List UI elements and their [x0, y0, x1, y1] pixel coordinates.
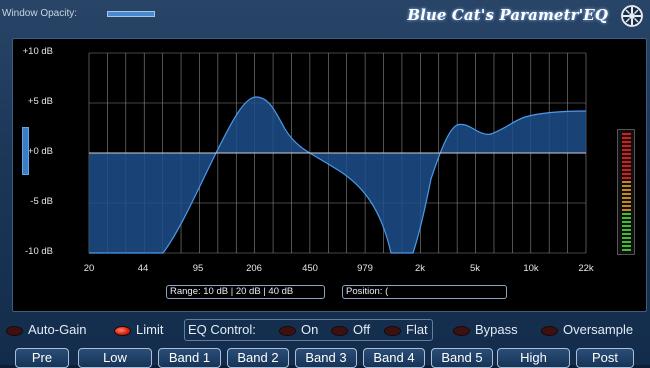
eq-display[interactable]: +10 dB +5 dB +0 dB -5 dB -10 dB 20 44 95… [12, 38, 647, 312]
meter-segment [622, 189, 631, 191]
tab-band-5[interactable]: Band 5 [431, 348, 493, 368]
tab-pre[interactable]: Pre [15, 348, 69, 368]
meter-segment [622, 193, 631, 195]
band-tabs: Pre Low Band 1 Band 2 Band 3 Band 4 Band… [0, 348, 650, 368]
meter-segment [622, 137, 631, 139]
meter-segment [622, 149, 631, 151]
x-label-206: 206 [246, 263, 262, 274]
meter-segment [622, 153, 631, 155]
eq-graph[interactable] [13, 39, 646, 311]
title-bar: Window Opacity: Blue Cat's Parametr'EQ [0, 0, 650, 30]
meter-segment [622, 229, 631, 231]
meter-segment [622, 173, 631, 175]
bypass-label: Bypass [475, 322, 518, 337]
x-label-22k: 22k [578, 263, 594, 274]
meter-segment [622, 201, 631, 203]
meter-segment [622, 145, 631, 147]
tab-band-2[interactable]: Band 2 [227, 348, 289, 368]
auto-gain-label: Auto-Gain [28, 322, 87, 337]
meter-segment [622, 157, 631, 159]
meter-segment [622, 169, 631, 171]
meter-segment [622, 237, 631, 239]
meter-segment [622, 217, 631, 219]
x-label-5k: 5k [469, 263, 481, 274]
range-selector[interactable]: Range: 10 dB | 20 dB | 40 dB [166, 285, 325, 299]
meter-segment [622, 161, 631, 163]
meter-segment [622, 133, 631, 135]
x-label-20: 20 [83, 263, 95, 274]
meter-segment [622, 209, 631, 211]
x-label-10k: 10k [523, 263, 539, 274]
meter-segment [622, 197, 631, 199]
meter-segment [622, 165, 631, 167]
tab-low[interactable]: Low [78, 348, 152, 368]
meter-segment [622, 249, 631, 251]
app-window: Window Opacity: Blue Cat's Parametr'EQ +… [0, 0, 650, 368]
auto-gain-led-icon [6, 326, 23, 336]
y-label-minus5: -5 dB [30, 196, 53, 207]
oversample-led-icon [541, 326, 558, 336]
limit-led-icon [114, 326, 131, 336]
meter-segment [622, 221, 631, 223]
y-label-plus10: +10 dB [22, 46, 53, 57]
meter-segment [622, 225, 631, 227]
limit-label: Limit [136, 322, 164, 337]
tab-post[interactable]: Post [576, 348, 634, 368]
y-label-zero: +0 dB [27, 146, 53, 157]
meter-segment [622, 213, 631, 215]
tab-high[interactable]: High [497, 348, 570, 368]
app-title: Blue Cat's Parametr'EQ [407, 6, 608, 24]
meter-segment [622, 241, 631, 243]
x-label-979: 979 [357, 263, 373, 274]
bypass-led-icon [453, 326, 470, 336]
y-label-minus10: -10 dB [25, 246, 53, 257]
eq-control-group [184, 319, 433, 341]
tab-band-1[interactable]: Band 1 [158, 348, 221, 368]
position-readout: Position: ( [342, 285, 507, 299]
x-label-44: 44 [137, 263, 149, 274]
meter-segment [622, 181, 631, 183]
oversample-label: Oversample [563, 322, 634, 337]
input-gain-handle[interactable] [22, 127, 29, 175]
tab-band-4[interactable]: Band 4 [363, 348, 425, 368]
meter-segment [622, 177, 631, 179]
meter-segment [622, 185, 631, 187]
y-label-plus5: +5 dB [27, 96, 53, 107]
eq-response-fill [89, 97, 586, 253]
meter-segment [622, 205, 631, 207]
x-label-450: 450 [302, 263, 318, 274]
meter-segment [622, 233, 631, 235]
output-level-meter [617, 129, 635, 255]
x-label-2k: 2k [414, 263, 426, 274]
tab-band-3[interactable]: Band 3 [295, 348, 357, 368]
blue-cat-logo-icon[interactable] [621, 5, 643, 27]
meter-segment [622, 141, 631, 143]
meter-segment [622, 245, 631, 247]
window-opacity-label: Window Opacity: [2, 8, 78, 19]
window-opacity-slider[interactable] [107, 11, 155, 17]
x-label-95: 95 [192, 263, 204, 274]
